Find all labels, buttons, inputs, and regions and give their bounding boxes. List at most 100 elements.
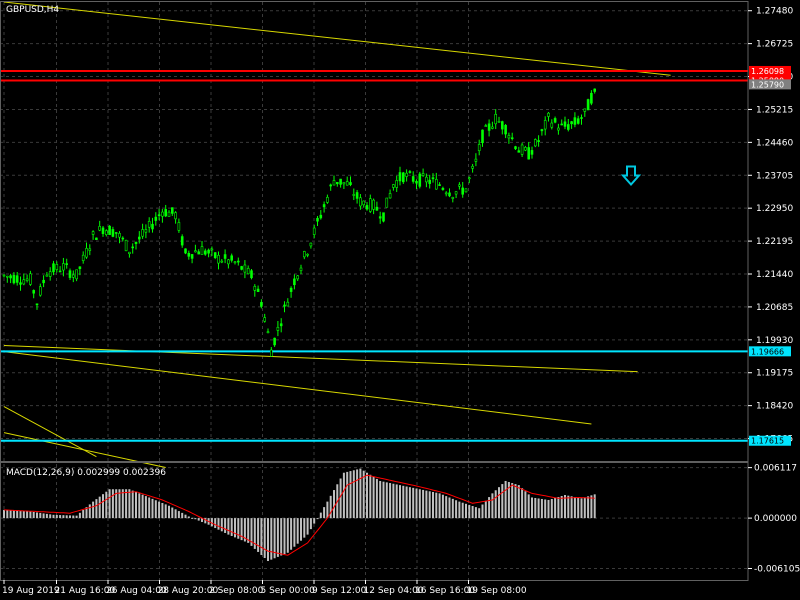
- macd-histogram-bar: [474, 507, 477, 519]
- candle-body: [167, 211, 171, 217]
- macd-histogram-bar: [590, 495, 593, 519]
- candle-body: [38, 286, 42, 296]
- macd-histogram-bar: [111, 489, 114, 519]
- candle-body: [405, 172, 408, 177]
- macd-histogram-bar: [418, 489, 421, 519]
- price-tag-label: 1.19666: [751, 347, 784, 356]
- candle-body: [332, 180, 336, 186]
- candle-body: [6, 275, 9, 278]
- candle-body: [497, 120, 501, 123]
- macd-histogram-bar: [102, 494, 104, 519]
- macd-histogram-bar: [504, 480, 507, 519]
- macd-histogram-bar: [349, 471, 352, 519]
- macd-histogram-bar: [55, 514, 58, 519]
- macd-histogram-bar: [82, 510, 85, 519]
- macd-histogram-bar: [366, 472, 368, 519]
- y-tick-label: 1.20685: [756, 303, 793, 313]
- macd-histogram-bar: [59, 515, 62, 519]
- macd-histogram-bar: [587, 496, 590, 519]
- macd-histogram-bar: [521, 488, 524, 519]
- candle-body: [560, 123, 564, 126]
- macd-histogram-bar: [415, 488, 418, 519]
- macd-histogram-bar: [412, 487, 415, 519]
- macd-histogram-bar: [395, 484, 398, 519]
- candle-body: [487, 123, 491, 131]
- candle-body: [220, 260, 224, 263]
- macd-histogram-bar: [75, 515, 78, 519]
- macd-histogram-bar: [326, 501, 329, 519]
- macd-histogram-bar: [151, 498, 154, 519]
- macd-histogram-bar: [445, 496, 448, 519]
- candle-body: [573, 117, 577, 125]
- candle-body: [355, 192, 359, 199]
- candle-body: [200, 246, 204, 255]
- candle-body: [273, 337, 276, 346]
- macd-histogram-bar: [270, 518, 273, 560]
- macd-histogram-bar: [534, 497, 537, 519]
- candle-body: [204, 250, 207, 255]
- candle-body: [190, 254, 194, 259]
- candle-body: [586, 99, 590, 111]
- y-tick-label: 1.23705: [756, 171, 793, 181]
- macd-histogram-bar: [498, 487, 500, 519]
- candle-body: [98, 226, 101, 231]
- macd-histogram-bar: [9, 510, 12, 519]
- macd-histogram-bar: [342, 472, 345, 519]
- macd-histogram-bar: [333, 490, 335, 519]
- candle-body: [438, 184, 441, 186]
- candle-body: [243, 264, 247, 273]
- x-tick-label: 19 Aug 2019: [2, 586, 60, 596]
- candle-body: [65, 263, 68, 265]
- candle-body: [378, 216, 382, 219]
- candle-body: [537, 140, 540, 143]
- candle-body: [382, 212, 385, 222]
- macd-histogram-bar: [181, 512, 184, 519]
- macd-histogram-bar: [511, 483, 514, 519]
- candle-body: [85, 248, 88, 258]
- candle-body: [580, 117, 583, 119]
- price-tag-label: 1.25790: [751, 80, 784, 89]
- candle-body: [491, 126, 494, 129]
- price-tag-label: 1.17615: [751, 437, 784, 446]
- macd-histogram-bar: [276, 518, 279, 557]
- macd-histogram-bar: [135, 491, 137, 519]
- candle-body: [223, 254, 227, 259]
- macd-histogram-bar: [428, 491, 431, 519]
- macd-histogram-bar: [319, 512, 322, 519]
- candle-body: [81, 254, 85, 261]
- macd-histogram-bar: [385, 482, 388, 519]
- macd-histogram-bar: [108, 489, 111, 519]
- candle-body: [68, 270, 72, 278]
- macd-histogram-bar: [286, 518, 289, 553]
- candle-body: [441, 187, 445, 190]
- macd-histogram-bar: [22, 511, 25, 519]
- candle-body: [164, 209, 167, 217]
- macd-histogram-bar: [92, 501, 95, 519]
- price-chart[interactable]: 1.274801.267251.259701.252151.244601.237…: [0, 0, 800, 600]
- candle-body: [118, 233, 121, 238]
- candle-body: [9, 275, 12, 279]
- candle-body: [55, 264, 59, 270]
- candle-body: [263, 317, 267, 322]
- candle-body: [415, 181, 418, 184]
- candle-body: [293, 278, 296, 286]
- candle-body: [260, 302, 263, 307]
- candle-body: [88, 248, 92, 251]
- candle-body: [29, 273, 32, 285]
- candle-body: [520, 144, 524, 155]
- macd-histogram-bar: [491, 493, 494, 519]
- candle-body: [197, 251, 200, 255]
- candle-body: [563, 121, 567, 127]
- macd-histogram-bar: [164, 504, 167, 519]
- candle-body: [421, 173, 425, 176]
- macd-histogram-bar: [300, 518, 302, 541]
- macd-histogram-bar: [448, 497, 451, 519]
- candle-body: [593, 88, 597, 92]
- candle-body: [329, 184, 333, 187]
- candle-body: [75, 269, 78, 280]
- candle-body: [362, 200, 366, 206]
- candle-body: [372, 199, 375, 210]
- candle-body: [316, 218, 319, 222]
- candle-body: [250, 270, 253, 279]
- macd-histogram-bar: [121, 489, 124, 519]
